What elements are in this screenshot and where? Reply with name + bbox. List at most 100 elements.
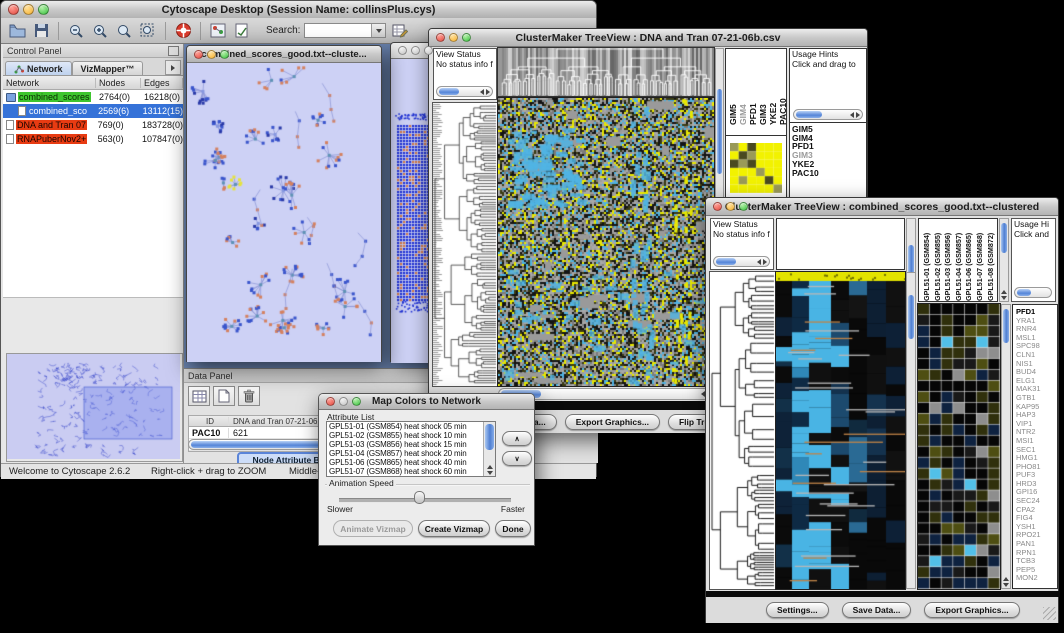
- column-label[interactable]: YKE2: [769, 51, 778, 125]
- vizmapper-panel-icon[interactable]: [208, 21, 228, 41]
- annotation-panel-icon[interactable]: [232, 21, 252, 41]
- attribute-list-vscrollbar[interactable]: [483, 422, 495, 476]
- zoom-selected-icon[interactable]: [114, 21, 134, 41]
- network-row[interactable]: RNAPuberNov2+ 563(0) 107847(0): [3, 132, 183, 146]
- close-button[interactable]: [713, 202, 722, 211]
- heatmap-view[interactable]: [498, 98, 714, 386]
- row-dendrogram[interactable]: [710, 272, 775, 589]
- close-button[interactable]: [326, 397, 335, 406]
- column-label[interactable]: GPL51-03 (GSM856): [943, 221, 953, 301]
- heatmap-view[interactable]: [776, 272, 905, 589]
- open-folder-icon[interactable]: [7, 21, 27, 41]
- new-attribute-button[interactable]: [213, 386, 235, 406]
- zoom-window-button[interactable]: [462, 33, 471, 42]
- column-id[interactable]: ID: [189, 417, 229, 426]
- network-view-canvas[interactable]: [187, 63, 381, 362]
- column-label[interactable]: GPL51-07 (GSM868): [975, 221, 985, 301]
- scrollbar-thumb[interactable]: [716, 258, 736, 265]
- scrollbar-thumb[interactable]: [717, 89, 722, 174]
- column-label[interactable]: PFD1: [749, 51, 758, 125]
- mini-heatmap[interactable]: [730, 143, 782, 193]
- close-button[interactable]: [8, 4, 19, 15]
- done-button[interactable]: Done: [495, 520, 531, 537]
- network-row[interactable]: combined_scores 2764(0) 16218(0): [3, 90, 183, 104]
- animation-speed-slider-thumb[interactable]: [414, 491, 425, 504]
- minimize-button[interactable]: [23, 4, 34, 15]
- search-input[interactable]: [304, 23, 386, 38]
- close-button[interactable]: [436, 33, 445, 42]
- network-overview[interactable]: [6, 353, 183, 462]
- scrollbar-thumb[interactable]: [1001, 223, 1007, 253]
- scrollbar-thumb[interactable]: [439, 88, 459, 95]
- column-label[interactable]: GIM4: [739, 51, 748, 125]
- column-edges[interactable]: Edges: [141, 78, 183, 88]
- scrollbar-thumb[interactable]: [908, 295, 914, 339]
- column-label[interactable]: GPL51-06 (GSM865): [964, 221, 974, 301]
- column-nodes[interactable]: Nodes: [96, 78, 141, 88]
- usage-hints-hscrollbar[interactable]: [793, 109, 863, 120]
- minimize-button[interactable]: [449, 33, 458, 42]
- search-dropdown-arrow[interactable]: [371, 24, 385, 37]
- zoom-window-button[interactable]: [352, 397, 361, 406]
- gene-list-vscrollbar[interactable]: [1001, 304, 1011, 589]
- column-label[interactable]: GPL51-08 (GSM872): [986, 221, 996, 301]
- zoom-in-icon[interactable]: [90, 21, 110, 41]
- close-button[interactable]: [398, 46, 407, 55]
- select-attributes-button[interactable]: [188, 386, 210, 406]
- column-label[interactable]: GPL51-04 (GSM857): [954, 221, 964, 301]
- zoom-fit-icon[interactable]: [138, 21, 158, 41]
- minimize-button[interactable]: [411, 46, 420, 55]
- treeview1-button[interactable]: Export Graphics...: [565, 414, 660, 430]
- scrollbar-thumb[interactable]: [485, 424, 494, 450]
- column-label[interactable]: PAC10: [779, 51, 787, 125]
- network-row[interactable]: combined_sco 2569(6) 13112(15): [3, 104, 183, 118]
- zoom-window-button[interactable]: [739, 202, 748, 211]
- scrollbar-thumb[interactable]: [1017, 289, 1031, 296]
- usage-hints-hscrollbar[interactable]: [1014, 287, 1052, 298]
- zoom-window-button[interactable]: [38, 4, 49, 15]
- network-row[interactable]: DNA and Tran 07 769(0) 183728(0): [3, 118, 183, 132]
- help-lifebuoy-icon[interactable]: [173, 21, 193, 41]
- zoom-heatmap[interactable]: [918, 304, 1000, 589]
- column-label[interactable]: GIM5: [729, 51, 738, 125]
- zoom-window-button[interactable]: [424, 46, 433, 55]
- column-label[interactable]: GIM3: [759, 51, 768, 125]
- treeview2-button[interactable]: Save Data...: [842, 602, 912, 618]
- row-dendrogram[interactable]: [433, 103, 497, 386]
- attribute-item[interactable]: GPL51-03 (GSM856) heat shock 15 min: [327, 440, 495, 449]
- move-down-button[interactable]: ∨: [502, 451, 532, 466]
- tab-overflow-button[interactable]: [165, 60, 181, 75]
- column-labels-vscrollbar-2[interactable]: [999, 218, 1009, 302]
- column-dendrogram[interactable]: [498, 48, 714, 96]
- minimize-button[interactable]: [726, 202, 735, 211]
- scrollbar-thumb[interactable]: [796, 111, 822, 118]
- network-overview-canvas[interactable]: [7, 354, 180, 459]
- gene-label[interactable]: MON2: [1013, 574, 1057, 583]
- treeview2-button[interactable]: Settings...: [766, 602, 829, 618]
- column-label[interactable]: GPL51-01 (GSM854): [922, 221, 932, 301]
- attribute-item[interactable]: GPL51-04 (GSM857) heat shock 20 min: [327, 449, 495, 458]
- zoom-window-button[interactable]: [220, 50, 229, 59]
- tab-network[interactable]: Network: [5, 61, 72, 75]
- column-label[interactable]: GPL51-02 (GSM855): [933, 221, 943, 301]
- minimize-button[interactable]: [339, 397, 348, 406]
- attribute-table-icon[interactable]: [390, 21, 410, 41]
- minimize-button[interactable]: [207, 50, 216, 59]
- zoom-out-icon[interactable]: [66, 21, 86, 41]
- animate-vizmap-button[interactable]: Animate Vizmap: [333, 520, 413, 537]
- column-network[interactable]: Network: [3, 78, 96, 88]
- close-button[interactable]: [194, 50, 203, 59]
- attribute-item[interactable]: GPL51-02 (GSM855) heat shock 10 min: [327, 431, 495, 440]
- create-vizmap-button[interactable]: Create Vizmap: [418, 520, 490, 537]
- heatmap-vscrollbar[interactable]: [906, 272, 916, 589]
- tab-vizmapper[interactable]: VizMapper™: [72, 61, 144, 75]
- attribute-item[interactable]: GPL51-06 (GSM865) heat shock 40 min: [327, 458, 495, 467]
- column-dendrogram-area[interactable]: [776, 218, 905, 270]
- delete-attribute-button[interactable]: [238, 386, 260, 406]
- treeview2-button[interactable]: Export Graphics...: [924, 602, 1019, 618]
- resize-grip[interactable]: [1043, 607, 1056, 620]
- attribute-item[interactable]: GPL51-01 (GSM854) heat shock 05 min: [327, 422, 495, 431]
- move-up-button[interactable]: ∧: [502, 431, 532, 446]
- float-panel-icon[interactable]: [168, 46, 179, 56]
- row-label[interactable]: PAC10: [790, 169, 819, 178]
